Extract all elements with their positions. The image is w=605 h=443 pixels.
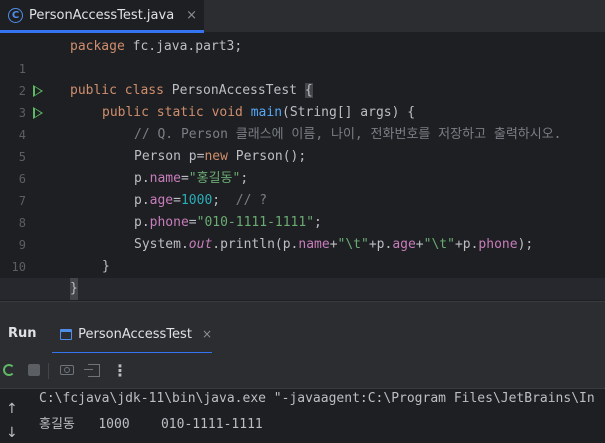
run-config-icon bbox=[60, 328, 73, 340]
code-comment: // Q. Person 클래스에 이름, 나이, 전화번호를 저장하고 출력하… bbox=[134, 127, 562, 142]
run-gutter-icon[interactable] bbox=[33, 85, 43, 97]
stop-icon bbox=[28, 364, 40, 376]
code-token: ; bbox=[314, 215, 322, 230]
console-gutter: ↑ ↓ bbox=[0, 389, 24, 443]
code-token: = bbox=[188, 215, 197, 230]
code-token: "홍길동" bbox=[188, 171, 241, 186]
more-options-button[interactable]: ⋮ bbox=[112, 361, 128, 380]
close-icon[interactable]: × bbox=[202, 327, 212, 341]
code-token: .println(p. bbox=[212, 237, 299, 252]
run-tool-window-header: Run PersonAccessTest × bbox=[0, 301, 605, 354]
scroll-up-icon[interactable]: ↑ bbox=[6, 401, 18, 417]
code-token: new bbox=[204, 149, 228, 164]
code-token: name bbox=[149, 171, 181, 186]
code-token: "\t" bbox=[337, 237, 369, 252]
tab-title: PersonAccessTest.java bbox=[29, 7, 175, 23]
code-token: 1000 bbox=[180, 193, 213, 208]
code-token: p. bbox=[134, 193, 150, 208]
code-line: 7 p.name="홍길동"; bbox=[0, 168, 605, 208]
run-tab-title: PersonAccessTest bbox=[78, 326, 192, 342]
console-command-line: C:\fcjava\jdk-11\bin\java.exe "-javaagen… bbox=[39, 391, 595, 406]
close-icon[interactable]: × bbox=[186, 8, 197, 23]
exit-button[interactable] bbox=[84, 362, 102, 378]
code-token: phone bbox=[149, 215, 189, 230]
toolbar-divider bbox=[48, 363, 49, 379]
code-token: + bbox=[415, 237, 424, 252]
screenshot-button[interactable] bbox=[59, 362, 75, 378]
code-token: main bbox=[242, 105, 283, 120]
tab-person-access-test[interactable]: C PersonAccessTest.java × bbox=[0, 0, 204, 33]
code-token: ; bbox=[212, 193, 236, 208]
code-line-current: 12 } bbox=[0, 278, 605, 318]
code-token: out bbox=[188, 237, 213, 252]
code-token: = bbox=[173, 193, 181, 208]
code-token: public class bbox=[70, 83, 164, 98]
code-token: } bbox=[70, 278, 78, 300]
code-token: Person p= bbox=[134, 149, 205, 164]
code-line: 4 public static void main(String[] args)… bbox=[0, 102, 605, 142]
code-token: fc.java.part3; bbox=[124, 39, 243, 54]
code-token: ); bbox=[517, 237, 534, 252]
exit-icon bbox=[84, 363, 100, 377]
code-token: (String[] args) { bbox=[282, 105, 416, 120]
code-token: p. bbox=[134, 215, 150, 230]
code-token: p. bbox=[134, 171, 150, 186]
code-token: ; bbox=[240, 171, 249, 186]
code-token: package bbox=[70, 39, 125, 54]
code-token: = bbox=[180, 171, 189, 186]
editor-tab-bar: C PersonAccessTest.java × bbox=[0, 0, 605, 33]
code-token: } bbox=[102, 259, 110, 274]
scroll-down-icon[interactable]: ↓ bbox=[6, 425, 18, 441]
code-token: PersonAccessTest bbox=[163, 83, 305, 98]
code-line: 9 p.phone="010-1111-1111"; bbox=[0, 212, 605, 252]
rerun-button[interactable] bbox=[1, 362, 17, 378]
rerun-icon bbox=[3, 364, 15, 376]
code-line: 3 public class PersonAccessTest { bbox=[0, 80, 605, 120]
code-token: "010-1111-1111" bbox=[196, 215, 315, 230]
code-line: 1 package fc.java.part3; bbox=[0, 36, 605, 76]
java-class-icon: C bbox=[8, 7, 23, 23]
code-line: 8 p.age=1000; // ? bbox=[0, 190, 605, 230]
camera-icon bbox=[60, 365, 74, 375]
code-token: name bbox=[298, 237, 330, 252]
console-output-line: 홍길동 1000 010-1111-1111 bbox=[39, 417, 263, 432]
code-line: 6 Person p=new Person(); bbox=[0, 146, 605, 186]
code-editor[interactable]: 1 package fc.java.part3; 2 3 public clas… bbox=[0, 33, 605, 318]
code-token: Person(); bbox=[227, 149, 307, 164]
code-line: 11 } bbox=[0, 256, 605, 296]
code-token: +p. bbox=[454, 237, 479, 252]
code-token: +p. bbox=[368, 237, 393, 252]
run-tab-person-access-test[interactable]: PersonAccessTest × bbox=[52, 316, 212, 354]
code-token: public static void bbox=[102, 105, 243, 120]
code-token: + bbox=[329, 237, 338, 252]
console-output[interactable]: ↑ ↓ C:\fcjava\jdk-11\bin\java.exe "-java… bbox=[0, 389, 605, 443]
code-token: phone bbox=[478, 237, 518, 252]
code-token: age bbox=[392, 237, 416, 252]
code-line: 10 System.out.println(p.name+"\t"+p.age+… bbox=[0, 234, 605, 274]
code-token: // ? bbox=[235, 193, 268, 208]
code-line: 2 bbox=[0, 58, 605, 98]
code-token: { bbox=[304, 83, 313, 98]
code-token: "\t" bbox=[423, 237, 455, 252]
code-token: System. bbox=[134, 237, 189, 252]
run-toolbar: ⋮ bbox=[0, 353, 605, 389]
code-line: 5 // Q. Person 클래스에 이름, 나이, 전화번호를 저장하고 출… bbox=[0, 124, 605, 164]
run-panel-title: Run bbox=[8, 326, 37, 341]
stop-button[interactable] bbox=[26, 362, 42, 378]
run-gutter-icon[interactable] bbox=[33, 107, 43, 119]
code-token: age bbox=[149, 193, 174, 208]
